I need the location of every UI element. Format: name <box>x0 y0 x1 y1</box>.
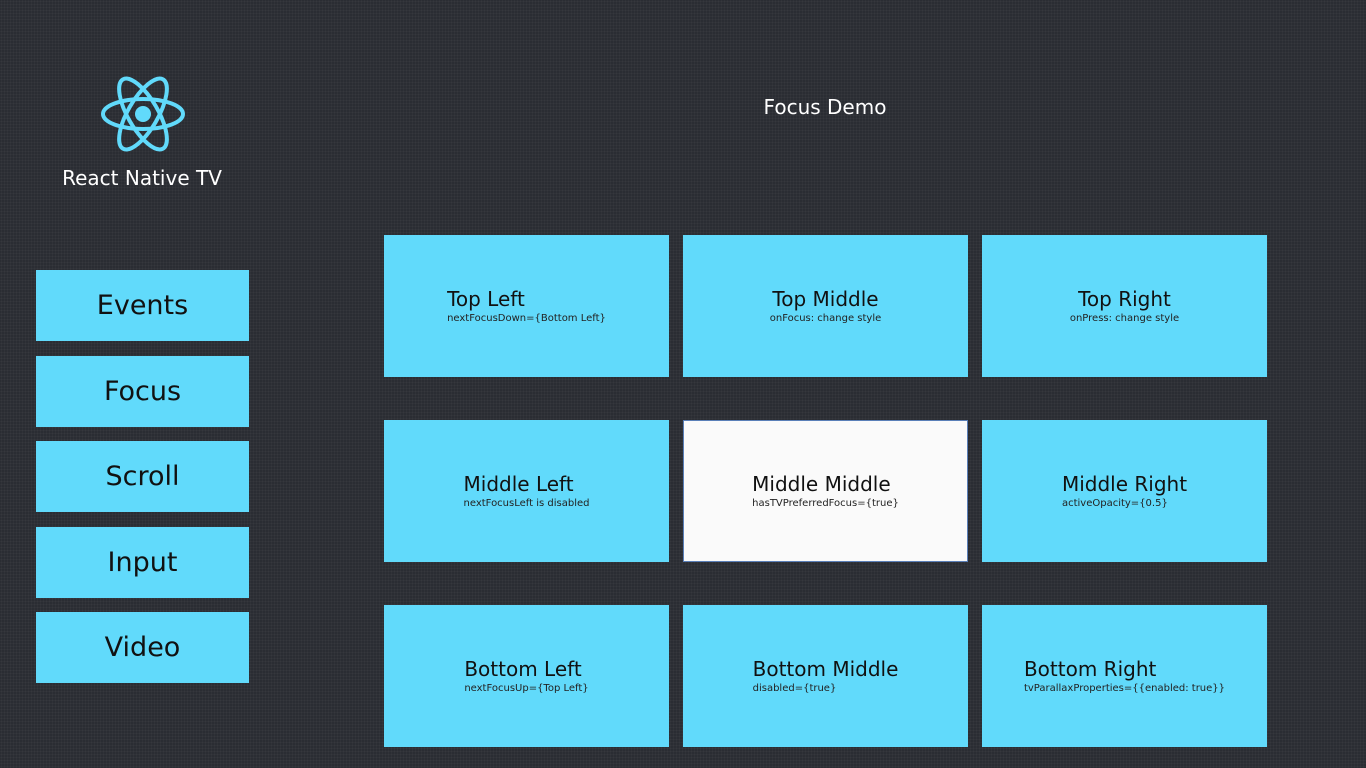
tile-title: Bottom Left <box>464 656 582 681</box>
tile-subtitle: onPress: change style <box>1069 312 1180 324</box>
tile-subtitle: disabled={true} <box>752 682 837 694</box>
tile-title: Bottom Right <box>1023 656 1157 681</box>
tile-bottom-middle[interactable]: Bottom Middle disabled={true} <box>683 605 968 747</box>
focus-grid: Top Left nextFocusDown={Bottom Left} Top… <box>384 235 1267 747</box>
tile-top-right[interactable]: Top Right onPress: change style <box>982 235 1267 377</box>
sidebar-item-scroll[interactable]: Scroll <box>36 441 249 512</box>
sidebar-item-events[interactable]: Events <box>36 270 249 341</box>
tile-title: Top Middle <box>772 286 879 311</box>
tile-subtitle: onFocus: change style <box>769 312 882 324</box>
sidebar-nav: Events Focus Scroll Input Video <box>36 270 249 698</box>
sidebar-item-video[interactable]: Video <box>36 612 249 683</box>
tile-title: Top Left <box>447 286 525 311</box>
tile-subtitle: activeOpacity={0.5} <box>1061 497 1168 509</box>
tile-title: Middle Right <box>1061 471 1188 496</box>
tile-bottom-left[interactable]: Bottom Left nextFocusUp={Top Left} <box>384 605 669 747</box>
tile-middle-right[interactable]: Middle Right activeOpacity={0.5} <box>982 420 1267 562</box>
sidebar-item-input[interactable]: Input <box>36 526 249 598</box>
tile-subtitle: tvParallaxProperties={{enabled: true}} <box>1023 682 1226 694</box>
tile-middle-left[interactable]: Middle Left nextFocusLeft is disabled <box>384 420 669 562</box>
app-window: React Native TV Focus Demo Events Focus … <box>0 0 1366 768</box>
tile-title: Bottom Middle <box>752 656 899 681</box>
tile-top-middle[interactable]: Top Middle onFocus: change style <box>683 235 968 377</box>
react-atom-icon <box>101 76 185 152</box>
page-title: Focus Demo <box>763 95 887 119</box>
tile-top-left[interactable]: Top Left nextFocusDown={Bottom Left} <box>384 235 669 377</box>
tile-subtitle: nextFocusLeft is disabled <box>463 497 590 509</box>
sidebar-item-focus[interactable]: Focus <box>36 355 249 427</box>
app-title: React Native TV <box>62 166 222 190</box>
tile-bottom-right[interactable]: Bottom Right tvParallaxProperties={{enab… <box>982 605 1267 747</box>
tile-subtitle: nextFocusDown={Bottom Left} <box>447 312 606 324</box>
tile-subtitle: nextFocusUp={Top Left} <box>464 682 589 694</box>
tile-middle-middle[interactable]: Middle Middle hasTVPreferredFocus={true} <box>683 420 968 562</box>
tile-title: Top Right <box>1078 286 1171 311</box>
tile-subtitle: hasTVPreferredFocus={true} <box>752 497 899 509</box>
tile-title: Middle Left <box>463 471 574 496</box>
tile-title: Middle Middle <box>752 471 891 496</box>
